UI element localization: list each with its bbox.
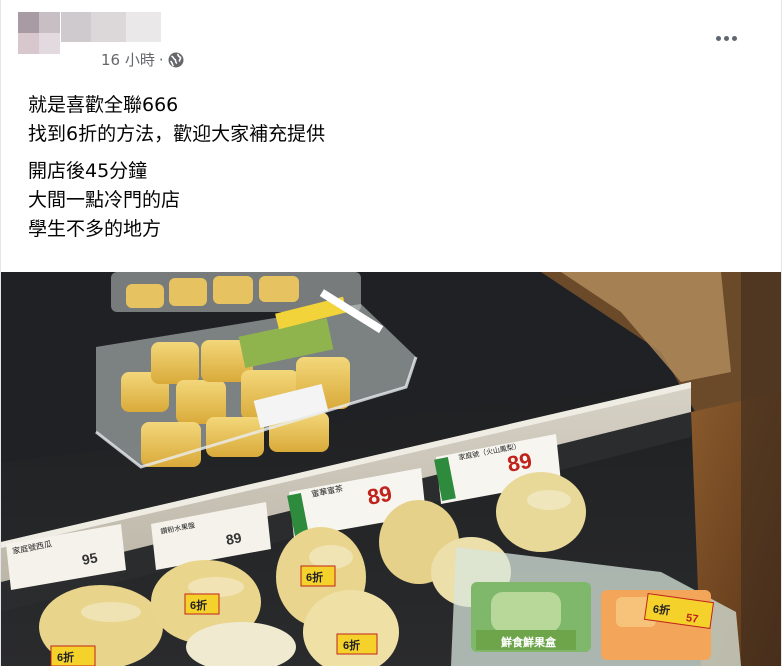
svg-text:6折: 6折 (306, 570, 323, 584)
box-label: 鮮食鮮果盒 (501, 635, 557, 649)
supermarket-photo: 89 家庭號（火山鳳梨） 89 蜜華蜜茶 89 鑽粉水果盤 95 家庭號西瓜 鮮… (1, 272, 781, 666)
post-line: 大間一點冷門的店 (28, 189, 181, 211)
shelf-tag-4-price: 95 (81, 549, 100, 568)
discount-sticker-1: 6折 (300, 565, 336, 587)
svg-text:6折: 6折 (343, 638, 360, 652)
post-line: 學生不多的地方 (28, 218, 162, 240)
post-text: 就是喜歡全聯666 找到6折的方法，歡迎大家補充提供 開店後45分鐘 大間一點冷… (28, 91, 758, 252)
post-photo[interactable]: 89 家庭號（火山鳳梨） 89 蜜華蜜茶 89 鑽粉水果盤 95 家庭號西瓜 鮮… (1, 272, 781, 666)
globe-icon[interactable] (168, 52, 184, 68)
more-options-icon[interactable] (712, 32, 741, 45)
shelf-tag-3-price: 89 (225, 529, 244, 548)
post-card: 16 小時 · 就是喜歡全聯666 找到6折的方法，歡迎大家補充提供 開店後45… (0, 0, 782, 666)
post-paragraph-2: 開店後45分鐘 大間一點冷門的店 學生不多的地方 (28, 157, 758, 244)
post-meta: 16 小時 · (101, 49, 184, 70)
post-timestamp[interactable]: 16 小時 (101, 49, 155, 70)
post-line: 就是喜歡全聯666 (28, 94, 179, 116)
discount-sticker-3: 6折 (336, 633, 378, 655)
post-line: 找到6折的方法，歡迎大家補充提供 (28, 123, 326, 145)
discount-sticker-4: 6折 (50, 645, 96, 666)
discount-sticker-2: 6折 (184, 593, 220, 615)
post-paragraph-1: 就是喜歡全聯666 找到6折的方法，歡迎大家補充提供 (28, 91, 758, 149)
avatar[interactable] (18, 12, 60, 54)
post-header: 16 小時 · (1, 0, 781, 82)
author-name-blurred[interactable] (61, 12, 161, 42)
svg-text:6折: 6折 (190, 598, 207, 612)
svg-text:6折: 6折 (57, 650, 74, 664)
post-line: 開店後45分鐘 (28, 160, 148, 182)
discount-price: 57 (685, 612, 699, 626)
meta-separator: · (158, 50, 164, 69)
shelf-tag-2-price: 89 (365, 481, 394, 510)
